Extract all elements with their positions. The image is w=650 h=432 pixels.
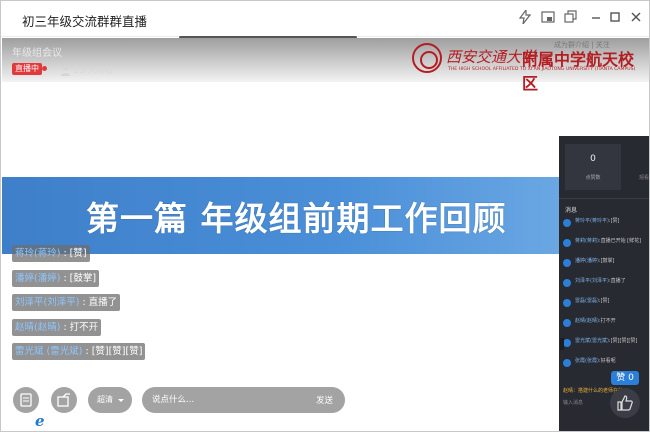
chat-message: [赞][赞][赞] bbox=[91, 346, 143, 357]
chat-bubble: 雷光斌 (雷光斌) : [赞][赞][赞] bbox=[12, 343, 146, 360]
copy-icon[interactable] bbox=[563, 10, 579, 26]
quality-dropdown[interactable]: 超清 bbox=[88, 387, 132, 413]
panel-heading: 消息 bbox=[565, 207, 578, 214]
sender-name: 潘婷(潘婷) bbox=[575, 258, 599, 264]
document-icon bbox=[20, 393, 32, 407]
school-name-english: THE HIGH SCHOOL AFFILIATED TO XI'AN JIAO… bbox=[448, 67, 636, 72]
sender-name: 张霞(张霞) bbox=[575, 358, 599, 364]
ie-logo-icon: e bbox=[35, 412, 45, 430]
chat-message: 打不开 bbox=[69, 322, 99, 333]
chat-input[interactable] bbox=[152, 392, 302, 408]
maximize-icon[interactable] bbox=[607, 10, 623, 26]
panel-divider bbox=[559, 198, 649, 199]
chat-message: [鼓掌] bbox=[69, 273, 97, 284]
chat-sender: 赵晴(赵晴) bbox=[15, 322, 61, 333]
notes-button[interactable] bbox=[13, 387, 39, 413]
sender-name: 蒋玲平(蒋玲平) bbox=[575, 218, 609, 224]
message-text: :[赞][赞][赞] bbox=[608, 338, 638, 344]
list-item: 张霞(张霞):好看呢 bbox=[563, 357, 649, 371]
message-text: :直播了 bbox=[608, 278, 626, 284]
message-text: :打不开 bbox=[598, 318, 616, 324]
top-links[interactable]: 成为群介绍 | 关注 bbox=[554, 40, 610, 50]
window-title: 初三年级交流群群直播 bbox=[22, 14, 148, 29]
like-count-badge: 赞 0 bbox=[611, 371, 639, 385]
picture-in-picture-icon[interactable] bbox=[540, 10, 556, 26]
quality-label: 超清 bbox=[97, 395, 113, 404]
list-item: 蒋莉(蒋莉):直播已开始 [鲜花] bbox=[563, 237, 649, 251]
list-item: 蒋玲平(蒋玲平):[赞] bbox=[563, 217, 649, 231]
avatar-icon bbox=[563, 259, 571, 267]
list-item: 雷光斌(雷光斌):[赞][赞][赞] bbox=[563, 337, 649, 351]
avatar-icon bbox=[563, 299, 571, 307]
sender-name: 蒋莉(蒋莉) bbox=[575, 238, 599, 244]
avatar-icon bbox=[563, 279, 571, 287]
caret-down-icon bbox=[118, 399, 124, 402]
stat-label-2: 观看 bbox=[639, 175, 650, 181]
school-seal-icon bbox=[412, 43, 442, 73]
viewer-icon bbox=[60, 63, 71, 76]
list-item: 赵晴(赵晴):打不开 bbox=[563, 317, 649, 331]
message-text: :[鼓掌] bbox=[598, 258, 615, 264]
chat-bubble: 蒋玲(蒋玲) : [赞] bbox=[12, 245, 90, 262]
minimize-icon[interactable] bbox=[588, 10, 604, 26]
right-side-panel: 0 点赞数 观看 消息 蒋玲平(蒋玲平):[赞] 蒋莉(蒋莉):直播已开始 [鲜… bbox=[559, 136, 650, 431]
chat-bubble: 潘婷(潘婷) : [鼓掌] bbox=[12, 270, 100, 287]
video-stage: 年级组会议 直播中 15 人观看 西安交通大学 附属中学航天校区 THE HIG… bbox=[2, 38, 650, 431]
list-item: 潘婷(潘婷):[鼓掌] bbox=[563, 257, 649, 271]
avatar-icon bbox=[563, 239, 571, 247]
live-dot-icon bbox=[42, 66, 47, 71]
chat-sender: 蒋玲(蒋玲) bbox=[15, 248, 61, 259]
sender-name: 雷光斌(雷光斌) bbox=[575, 338, 609, 344]
title-bar: 初三年级交流群群直播 bbox=[1, 1, 649, 37]
panel-collapse-handle[interactable] bbox=[560, 338, 564, 350]
slide-title: 第一篇 年级组前期工作回顾 bbox=[86, 199, 507, 238]
thumbs-up-icon bbox=[617, 395, 633, 411]
avatar-icon bbox=[563, 319, 571, 327]
stat-card: 0 点赞数 bbox=[565, 144, 621, 190]
like-button[interactable] bbox=[610, 388, 640, 418]
message-text: :直播已开始 [鲜花] bbox=[598, 238, 642, 244]
avatar-icon bbox=[563, 359, 571, 367]
sender-name: 雷磊(雷磊) bbox=[575, 298, 599, 304]
viewer-count: 15 人观看 bbox=[74, 66, 114, 76]
avatar-icon bbox=[563, 219, 571, 227]
share-button[interactable] bbox=[51, 387, 77, 413]
chat-input-box[interactable]: 发送 bbox=[142, 387, 345, 413]
message-text: :好看呢 bbox=[598, 358, 616, 364]
panel-input-hint[interactable]: 输入消息 bbox=[563, 399, 583, 406]
chat-sender: 刘泽平(刘泽平) bbox=[15, 297, 80, 308]
stat-label: 点赞数 bbox=[585, 175, 601, 181]
share-icon bbox=[57, 393, 70, 407]
send-button[interactable]: 发送 bbox=[316, 394, 333, 406]
sender-name: 刘泽平(刘泽平) bbox=[575, 278, 609, 284]
chat-message: [赞] bbox=[69, 248, 87, 259]
message-text: :[赞] bbox=[598, 298, 610, 304]
stat-value: 0 bbox=[590, 154, 596, 164]
message-text: :[赞] bbox=[608, 218, 620, 224]
avatar-icon bbox=[563, 339, 571, 347]
chat-bubble: 赵晴(赵晴) : 打不开 bbox=[12, 319, 102, 336]
lightning-icon[interactable] bbox=[517, 8, 533, 26]
chat-sender: 雷光斌 (雷光斌) bbox=[15, 346, 83, 357]
list-item: 雷磊(雷磊):[赞] bbox=[563, 297, 649, 311]
chat-message: 直播了 bbox=[88, 297, 118, 308]
list-item: 刘泽平(刘泽平):直播了 bbox=[563, 277, 649, 291]
live-stream-window: 初三年级交流群群直播 年级组会议 直播中 15 人观看 西安交通大学 附属中学航… bbox=[0, 0, 650, 432]
sender-name: 赵晴(赵晴) bbox=[575, 318, 599, 324]
live-badge: 直播中 bbox=[12, 63, 42, 75]
meeting-name: 年级组会议 bbox=[12, 48, 62, 59]
chat-sender: 潘婷(潘婷) bbox=[15, 273, 61, 284]
close-icon[interactable] bbox=[628, 10, 644, 26]
chat-bubble: 刘泽平(刘泽平) : 直播了 bbox=[12, 294, 121, 311]
